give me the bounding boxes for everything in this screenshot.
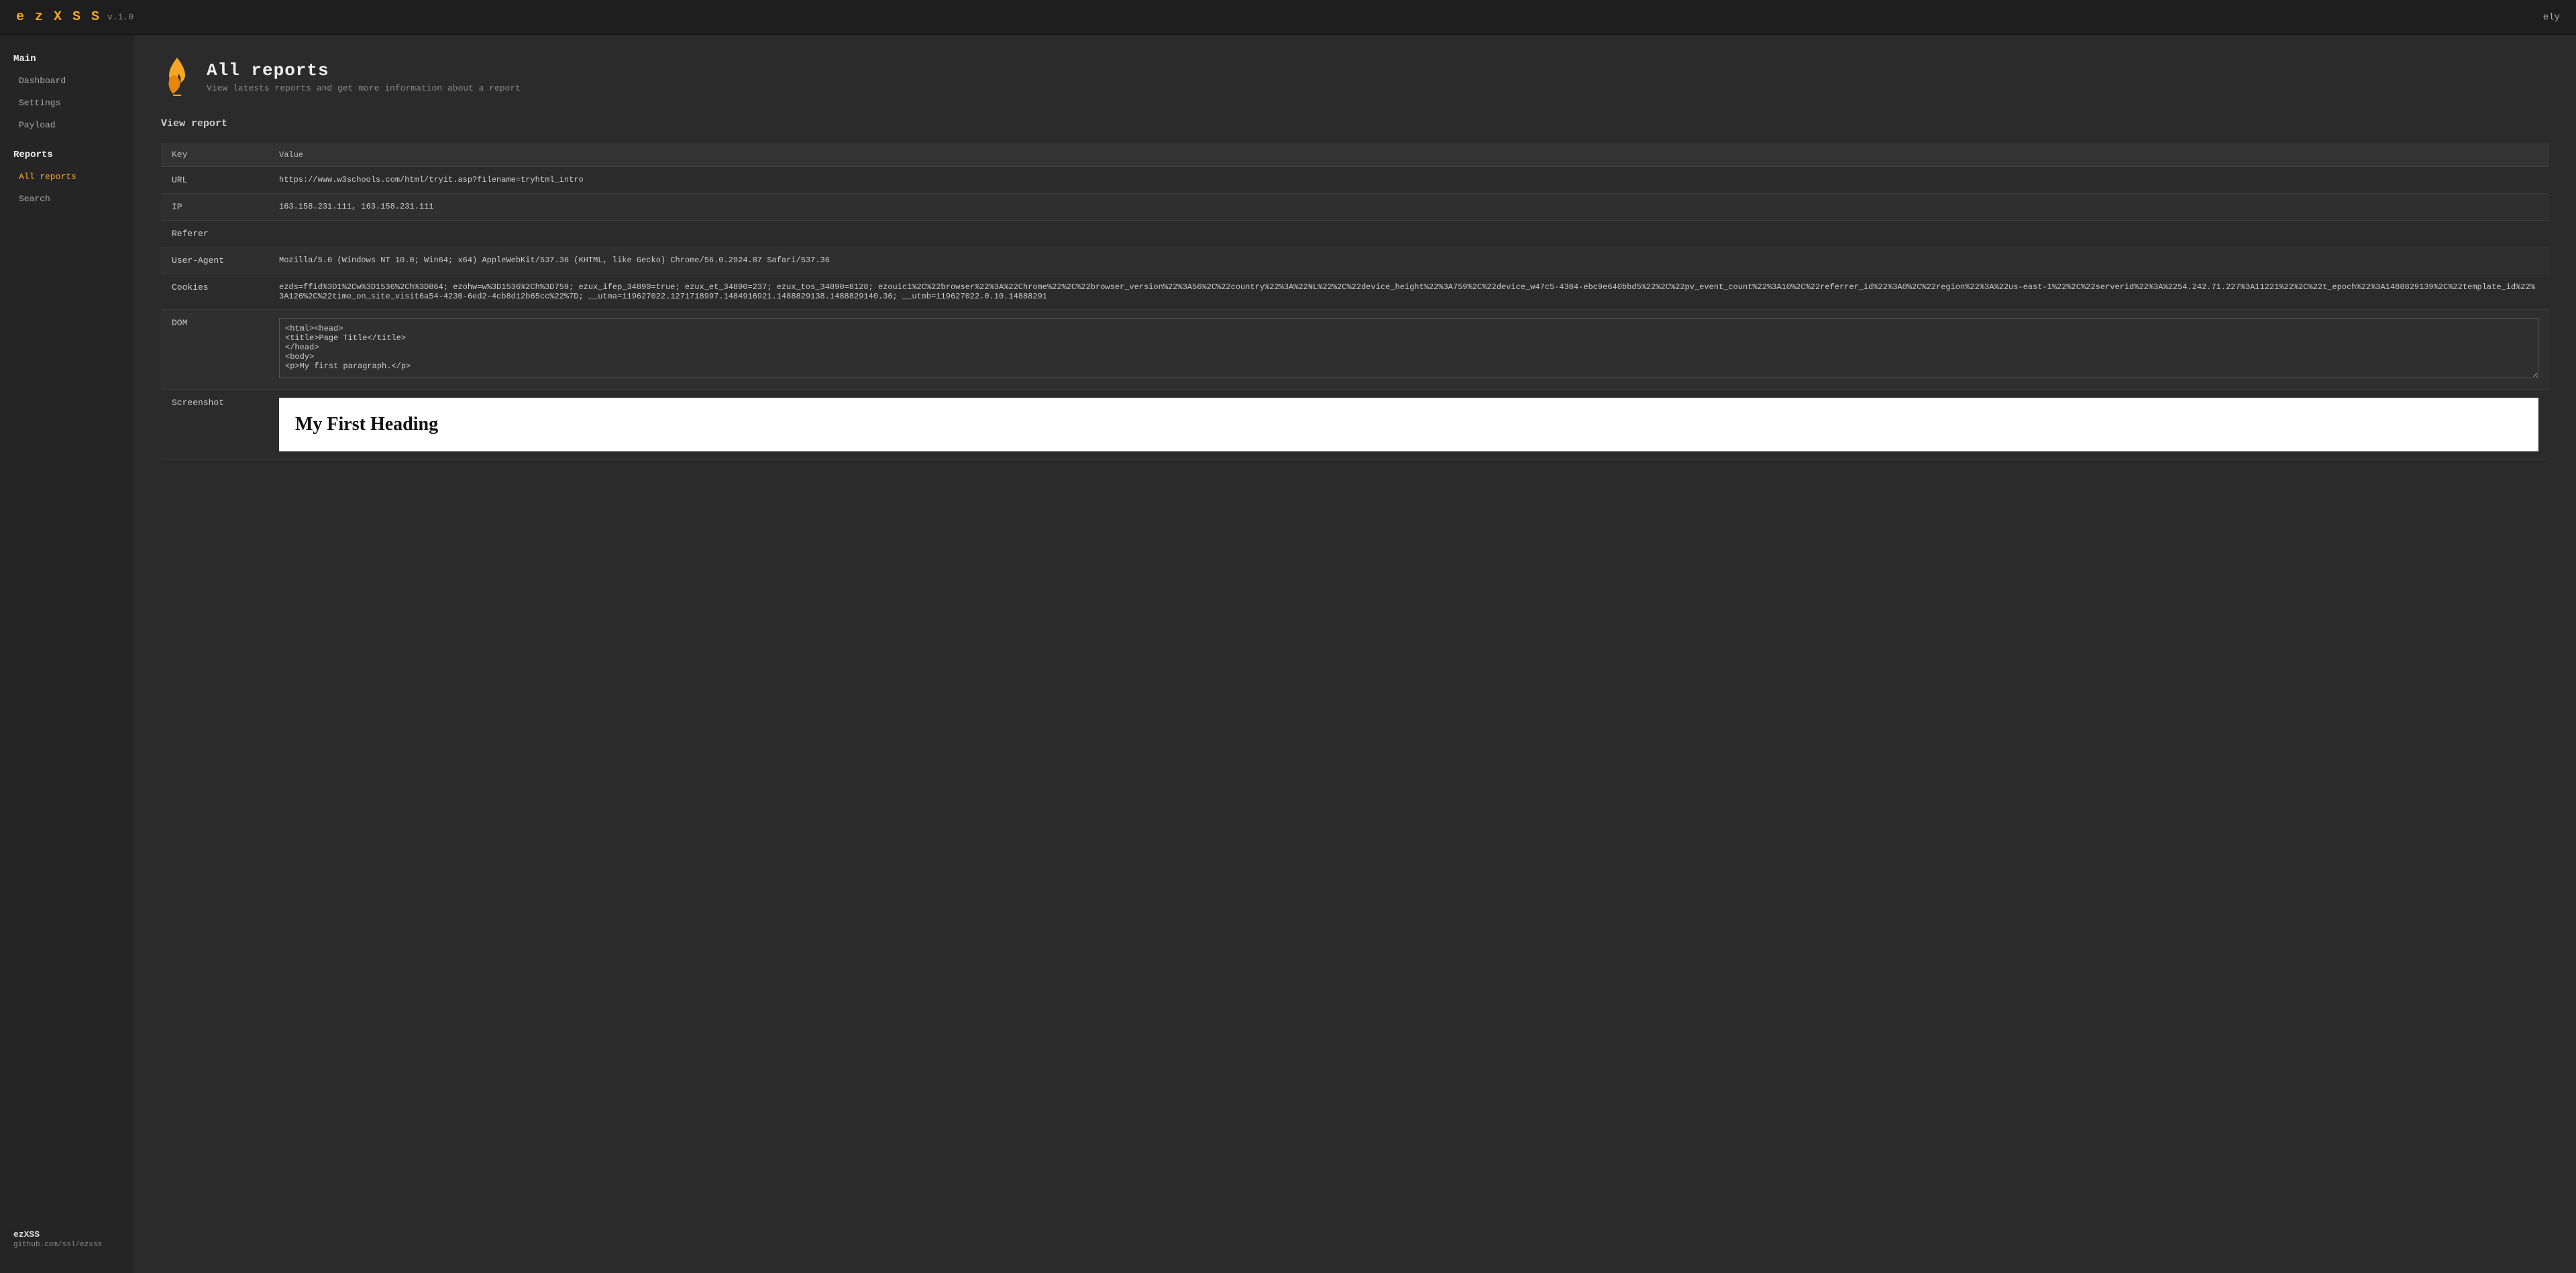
page-title-block: All reports View latests reports and get… (207, 60, 521, 93)
sidebar-item-settings[interactable]: Settings (0, 92, 134, 114)
table-row: DOM (161, 310, 2549, 390)
table-row: URLhttps://www.w3schools.com/html/tryit.… (161, 167, 2549, 194)
table-row: IP163.158.231.111, 163.158.231.111 (161, 194, 2549, 221)
footer-github: github.com/ssl/ezxss (13, 1241, 121, 1249)
flame-icon (161, 56, 193, 97)
report-table: Key Value URLhttps://www.w3schools.com/h… (161, 143, 2549, 460)
screenshot-area: My First Heading (279, 398, 2538, 451)
sidebar-item-dashboard[interactable]: Dashboard (0, 70, 134, 92)
page-title: All reports (207, 60, 521, 80)
cell-value: Mozilla/5.0 (Windows NT 10.0; Win64; x64… (268, 247, 2549, 274)
screenshot-heading: My First Heading (295, 414, 2522, 435)
cell-key: Referer (161, 221, 268, 247)
topbar: e z X S S v.1.0 ely (0, 0, 2576, 35)
cell-value: https://www.w3schools.com/html/tryit.asp… (268, 167, 2549, 194)
cell-value (268, 221, 2549, 247)
cell-value: My First Heading (268, 390, 2549, 460)
brand-area: e z X S S v.1.0 (16, 9, 133, 25)
layout: Main Dashboard Settings Payload Reports … (0, 35, 2576, 1273)
view-report-label: View report (161, 118, 2549, 129)
report-table-body: URLhttps://www.w3schools.com/html/tryit.… (161, 167, 2549, 460)
cell-key: URL (161, 167, 268, 194)
cell-value: 163.158.231.111, 163.158.231.111 (268, 194, 2549, 221)
table-row: Cookiesezds=ffid%3D1%2Cw%3D1536%2Ch%3D86… (161, 274, 2549, 310)
cell-key: Cookies (161, 274, 268, 310)
cell-key: DOM (161, 310, 268, 390)
topbar-user: ely (2543, 12, 2560, 23)
dom-textarea[interactable] (279, 318, 2538, 378)
brand-version: v.1.0 (107, 12, 133, 22)
sidebar-item-search[interactable]: Search (0, 188, 134, 210)
cell-key: Screenshot (161, 390, 268, 460)
sidebar: Main Dashboard Settings Payload Reports … (0, 35, 134, 1273)
cell-value: ezds=ffid%3D1%2Cw%3D1536%2Ch%3D864; ezoh… (268, 274, 2549, 310)
sidebar-footer: ezXSS github.com/ssl/ezxss (0, 1219, 134, 1260)
table-row: User-AgentMozilla/5.0 (Windows NT 10.0; … (161, 247, 2549, 274)
sidebar-item-payload[interactable]: Payload (0, 114, 134, 136)
sidebar-section-reports: Reports (0, 144, 134, 166)
footer-app-name: ezXSS (13, 1229, 121, 1239)
sidebar-item-all-reports[interactable]: All reports (0, 166, 134, 188)
cell-value[interactable] (268, 310, 2549, 390)
cell-key: User-Agent (161, 247, 268, 274)
table-header-row: Key Value (161, 143, 2549, 167)
brand-name: e z X S S (16, 9, 101, 25)
page-header: All reports View latests reports and get… (161, 56, 2549, 97)
col-header-key: Key (161, 143, 268, 167)
cell-key: IP (161, 194, 268, 221)
table-row: Screenshot My First Heading (161, 390, 2549, 460)
sidebar-section-main: Main (0, 48, 134, 70)
main-content: All reports View latests reports and get… (134, 35, 2576, 1273)
page-subtitle: View latests reports and get more inform… (207, 83, 521, 93)
table-row: Referer (161, 221, 2549, 247)
col-header-value: Value (268, 143, 2549, 167)
